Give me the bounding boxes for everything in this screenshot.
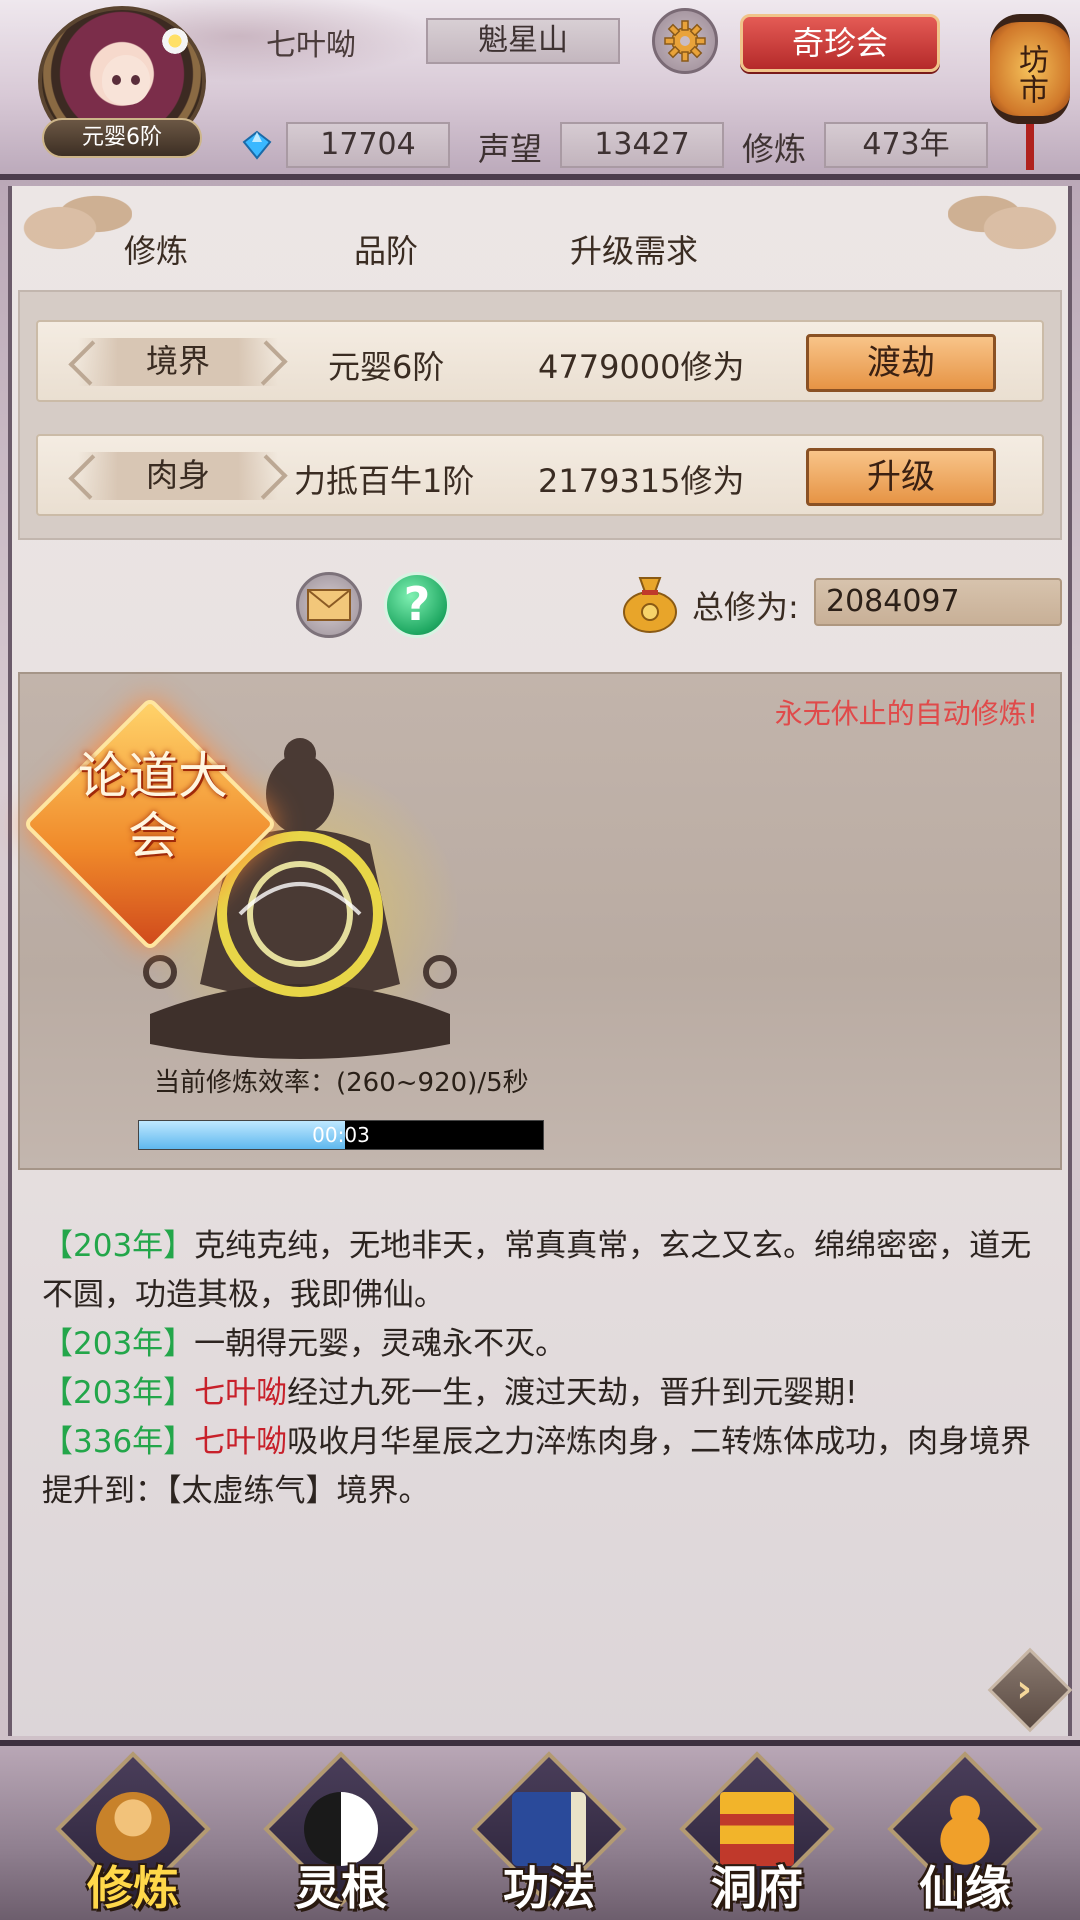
log-entry: 【203年】七叶呦经过九死一生，渡过天劫，晋升到元婴期! (42, 1369, 1032, 1418)
avatar-eye (131, 75, 140, 85)
cloud-decoration (12, 186, 132, 256)
upgrade-button[interactable]: 升级 (806, 448, 996, 506)
player-name: 七叶呦 (266, 28, 356, 63)
bottom-navigation: 修炼 灵根 功法 洞府 仙缘 (0, 1740, 1080, 1920)
nav-cave-dwelling[interactable]: 洞府 (679, 1751, 835, 1920)
column-header-grade: 品阶 (354, 232, 419, 270)
gem-icon (242, 130, 272, 160)
total-cultivation-label: 总修为: (692, 588, 799, 626)
log-player-name: 七叶呦 (194, 1375, 288, 1411)
location-label[interactable]: 魁星山 (426, 18, 620, 64)
cloud-decoration (948, 186, 1068, 256)
column-header-requirement: 升级需求 (570, 232, 699, 270)
auto-cultivation-text: 永无休止的自动修炼! (774, 697, 1038, 730)
cultivation-years-value: 473年 (824, 122, 988, 168)
avatar-eye (112, 75, 121, 85)
tribulation-button[interactable]: 渡劫 (806, 334, 996, 392)
avatar-face (102, 55, 150, 105)
nav-spirit-root[interactable]: 灵根 (263, 1751, 419, 1920)
cultivation-log: 【203年】克纯克纯，无地非天，常真真常，玄之又玄。绵绵密密，道无不圆，功造其极… (42, 1222, 1032, 1516)
nav-cultivation[interactable]: 修炼 (55, 1751, 211, 1920)
gems-value: 17704 (286, 122, 450, 168)
money-bag-icon (623, 577, 677, 633)
treasure-fair-button[interactable]: 奇珍会 (740, 14, 940, 72)
chevron-right-icon: › (1016, 1666, 1033, 1711)
log-year: 【203年】 (42, 1375, 195, 1411)
log-player-name: 七叶呦 (194, 1424, 288, 1460)
body-tag: 肉身 (78, 452, 278, 500)
nav-label: 仙缘 (919, 1861, 1011, 1915)
question-mark-icon: ? (403, 577, 431, 631)
lantern-tassel (1026, 124, 1034, 170)
nav-techniques[interactable]: 功法 (471, 1751, 627, 1920)
cultivation-progress-bar: 00:03 (138, 1120, 544, 1150)
nav-label: 修炼 (87, 1861, 179, 1915)
reputation-value: 13427 (560, 122, 724, 168)
log-year: 【203年】 (42, 1228, 195, 1264)
reputation-label: 声望 (478, 130, 543, 168)
settings-button[interactable] (652, 8, 718, 74)
total-cultivation-value: 2084097 (814, 578, 1062, 626)
realm-requirement: 4779000修为 (538, 348, 745, 386)
log-entry: 【203年】一朝得元婴，灵魂永不灭。 (42, 1320, 1032, 1369)
column-header-cultivation: 修炼 (124, 232, 189, 270)
cultivation-years-label: 修炼 (742, 130, 807, 168)
realm-row: 境界 元婴6阶 4779000修为 渡劫 (36, 320, 1044, 402)
gear-icon (664, 20, 706, 62)
body-requirement: 2179315修为 (538, 462, 745, 500)
nav-label: 洞府 (711, 1861, 803, 1915)
nav-label: 功法 (503, 1861, 595, 1915)
nav-label: 灵根 (295, 1861, 387, 1915)
realm-grade: 元婴6阶 (328, 348, 445, 386)
market-lantern-button[interactable]: 坊市 (990, 0, 1070, 170)
lantern-label: 坊市 (990, 14, 1070, 124)
log-year: 【336年】 (42, 1424, 195, 1460)
help-button[interactable]: ? (384, 572, 450, 638)
cultivation-scene: 永无休止的自动修炼! 论道大会 当前修炼效率：(260~920)/5秒 00:0… (18, 672, 1062, 1170)
nav-immortal-fate[interactable]: 仙缘 (887, 1751, 1043, 1920)
top-status-bar: 元婴6阶 七叶呦 魁星山 奇珍会 坊市 17704 声望 13427 修炼 47… (0, 0, 1080, 180)
realm-tag: 境界 (78, 338, 278, 386)
log-year: 【203年】 (42, 1326, 195, 1362)
event-badge-label: 论道大会 (78, 747, 228, 865)
mail-button[interactable] (296, 572, 362, 638)
log-entry: 【336年】七叶呦吸收月华星辰之力淬炼肉身，二转炼体成功，肉身境界提升到：【太虚… (42, 1418, 1032, 1516)
log-text: 经过九死一生，渡过天劫，晋升到元婴期! (287, 1375, 858, 1411)
progress-timer: 00:03 (312, 1123, 370, 1147)
cultivation-efficiency: 当前修炼效率：(260~920)/5秒 (154, 1068, 529, 1098)
envelope-icon (307, 589, 351, 621)
hair-flower-icon (160, 26, 190, 56)
rank-badge: 元婴6阶 (42, 118, 202, 158)
body-row: 肉身 力抵百牛1阶 2179315修为 升级 (36, 434, 1044, 516)
log-entry: 【203年】克纯克纯，无地非天，常真真常，玄之又玄。绵绵密密，道无不圆，功造其极… (42, 1222, 1032, 1320)
log-text: 一朝得元婴，灵魂永不灭。 (194, 1326, 567, 1362)
body-grade: 力抵百牛1阶 (294, 462, 475, 500)
